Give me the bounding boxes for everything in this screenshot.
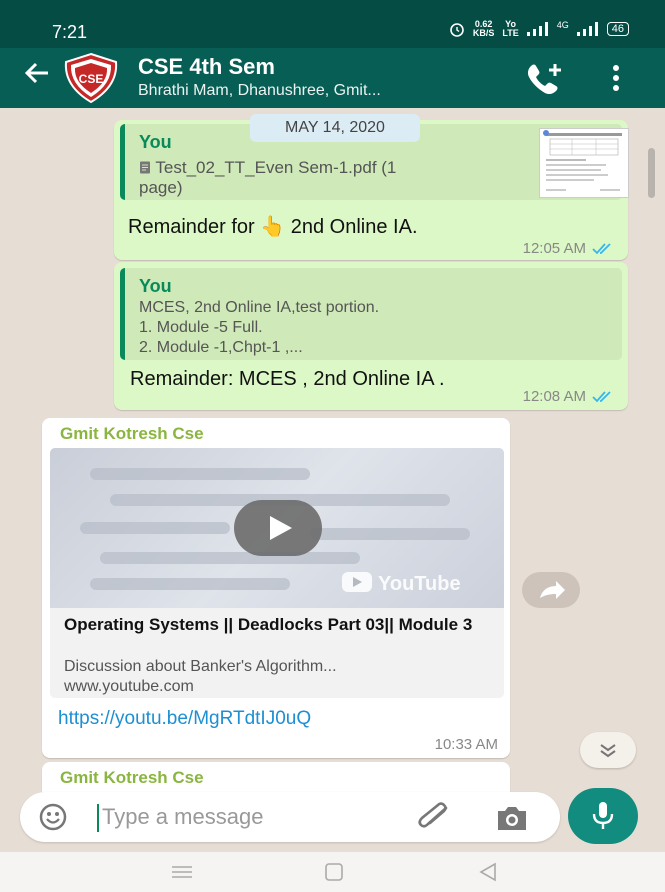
play-icon[interactable] — [234, 500, 322, 556]
battery-indicator: 46 — [606, 22, 629, 36]
message-input-bar[interactable] — [20, 792, 560, 842]
message-text-start: Remainder for — [128, 216, 255, 238]
net-speed-unit: KB/S — [472, 28, 495, 38]
volte-indicator: Yo LTE — [502, 20, 518, 38]
emoji-icon[interactable] — [38, 802, 68, 832]
scroll-to-bottom-button[interactable] — [580, 732, 636, 768]
quote-line-2: 1. Module -5 Full. — [139, 319, 263, 336]
nav-home-icon[interactable] — [324, 862, 344, 882]
volte-bottom: LTE — [502, 28, 519, 38]
chat-title[interactable]: CSE 4th Sem — [138, 54, 275, 80]
pdf-icon — [140, 161, 150, 174]
quote-doc-line: Test_02_TT_Even Sem-1.pdf (1 — [139, 158, 396, 178]
message-meta: 12:05 AM — [523, 240, 614, 257]
preview-description: Discussion about Banker's Algorithm... — [64, 658, 337, 675]
network-type: 4G — [556, 20, 569, 30]
more-vert-icon[interactable] — [606, 62, 626, 94]
attach-icon[interactable] — [416, 802, 454, 832]
date-chip: MAY 14, 2020 — [250, 114, 420, 142]
add-call-icon[interactable] — [525, 60, 565, 96]
status-bar: 7:21 0.62 KB/S Yo LTE 4G 46 — [0, 0, 665, 48]
back-arrow-icon[interactable] — [22, 58, 52, 96]
forward-button[interactable] — [522, 572, 580, 608]
quote-line-3: 2. Module -1,Chpt-1 ,... — [139, 339, 303, 356]
message-time: 10:33 AM — [434, 736, 498, 753]
double-tick-icon — [592, 390, 611, 402]
mic-icon — [592, 802, 614, 829]
net-speed: 0.62 KB/S — [473, 20, 495, 38]
scrollbar[interactable] — [648, 148, 655, 198]
link-preview[interactable]: YouTube Operating Systems || Deadlocks P… — [50, 448, 504, 698]
message-input[interactable] — [102, 800, 402, 834]
camera-icon[interactable] — [494, 804, 530, 832]
preview-title: Operating Systems || Deadlocks Part 03||… — [64, 615, 473, 634]
youtube-wordmark: YouTube — [378, 573, 461, 595]
pointing-up-emoji: 👆 — [260, 216, 286, 238]
chat-area[interactable]: MAY 14, 2020 You Test_02_TT_Even Sem-1.p… — [0, 108, 665, 792]
alarm-icon — [450, 23, 464, 37]
quote-author: You — [139, 132, 172, 152]
nav-back-icon[interactable] — [478, 862, 498, 882]
message-text: Remainder: MCES , 2nd Online IA . — [130, 368, 445, 390]
quote-author: You — [139, 276, 172, 296]
message-link[interactable]: https://youtu.be/MgRTdtIJ0uQ — [58, 708, 311, 730]
double-tick-icon — [592, 242, 611, 254]
chat-header: CSE CSE 4th Sem Bhrathi Mam, Dhanushree,… — [0, 48, 665, 108]
video-thumbnail[interactable]: YouTube — [50, 448, 504, 608]
text-caret — [97, 804, 99, 832]
message-time: 12:08 AM — [522, 388, 586, 405]
avatar-text: CSE — [79, 72, 104, 86]
preview-domain: www.youtube.com — [64, 678, 194, 695]
youtube-logo: YouTube — [342, 572, 461, 595]
forward-icon — [540, 581, 565, 599]
signal-icon-2 — [576, 22, 598, 36]
quote-doc-name: Test_02_TT_Even Sem-1.pdf (1 — [155, 158, 397, 177]
sender-name[interactable]: Gmit Kotresh Cse — [60, 424, 204, 444]
message-time: 12:05 AM — [522, 240, 586, 257]
status-time: 7:21 — [52, 22, 88, 42]
signal-icon — [526, 22, 548, 36]
nav-menu-icon[interactable] — [170, 862, 194, 882]
document-thumbnail — [539, 128, 629, 198]
message-text: Remainder for 👆 2nd Online IA. — [128, 214, 418, 239]
outgoing-message-2[interactable]: You MCES, 2nd Online IA,test portion. 1.… — [114, 262, 628, 410]
quote-doc-pages: page) — [139, 178, 183, 197]
status-icons: 0.62 KB/S Yo LTE 4G 46 — [449, 20, 629, 38]
group-avatar[interactable]: CSE — [60, 52, 122, 104]
system-nav-bar — [0, 852, 665, 892]
chevron-double-down-icon — [600, 744, 616, 758]
chat-subtitle[interactable]: Bhrathi Mam, Dhanushree, Gmit... — [138, 82, 381, 100]
quoted-message[interactable]: You MCES, 2nd Online IA,test portion. 1.… — [120, 268, 622, 360]
incoming-message-1[interactable]: Gmit Kotresh Cse YouTube Operating Syste… — [42, 418, 510, 758]
message-meta: 12:08 AM — [523, 388, 614, 405]
message-text-end: 2nd Online IA. — [290, 216, 418, 238]
sender-name[interactable]: Gmit Kotresh Cse — [60, 768, 204, 788]
quote-line-1: MCES, 2nd Online IA,test portion. — [139, 299, 380, 316]
mic-button[interactable] — [568, 788, 638, 844]
incoming-message-2[interactable]: Gmit Kotresh Cse — [42, 762, 510, 792]
